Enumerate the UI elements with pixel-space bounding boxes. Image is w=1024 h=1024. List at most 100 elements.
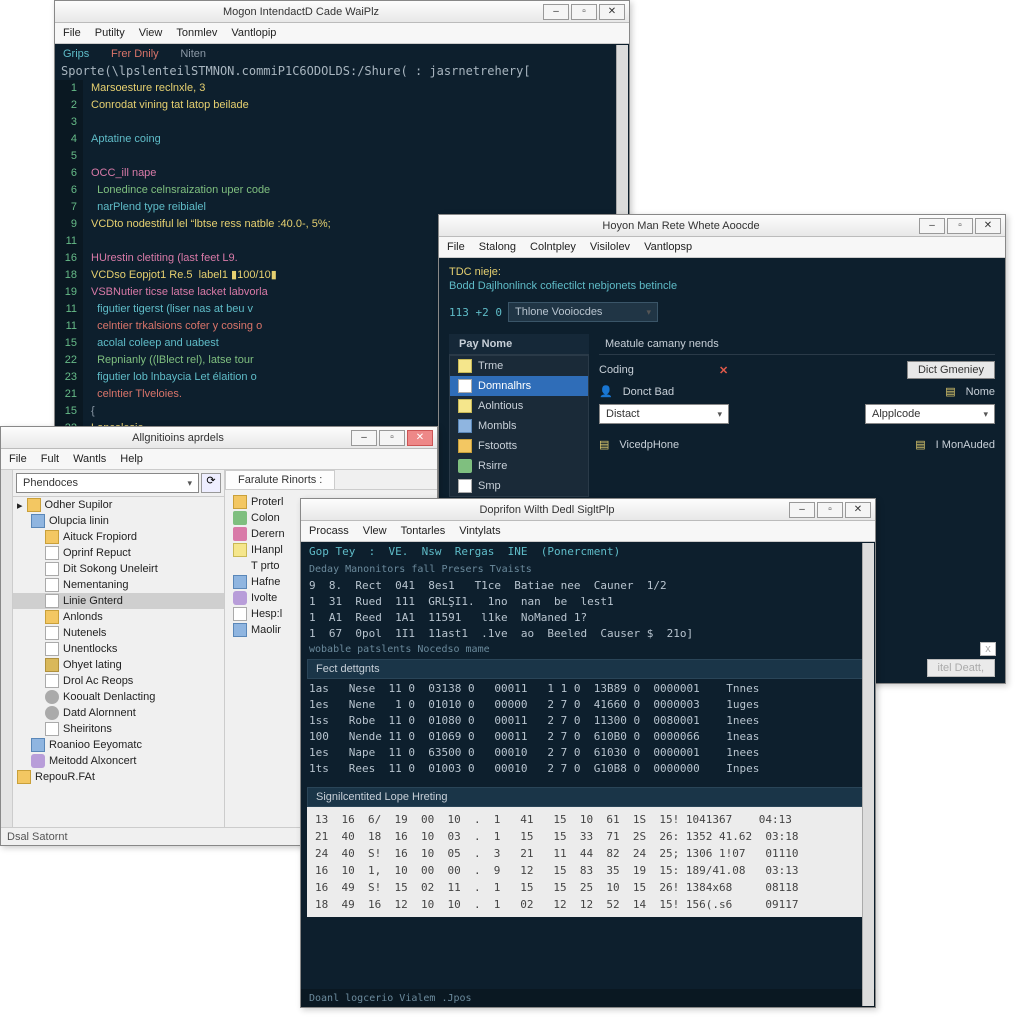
maximize-button[interactable]: ▫ xyxy=(379,430,405,446)
crumb[interactable]: Grips xyxy=(63,48,89,60)
code-line[interactable]: 6 Lonedince celnsraization uper code xyxy=(55,182,629,199)
hex-row: 1es Nape 11 0 63500 0 00010 2 7 0 61030 … xyxy=(309,745,867,761)
folder-icon xyxy=(27,498,41,512)
close-button[interactable]: ✕ xyxy=(845,502,871,518)
titlebar[interactable]: Allgnitioins aprdels – ▫ ✕ xyxy=(1,427,437,449)
tree-icon xyxy=(45,658,59,672)
error-icon: ✕ xyxy=(719,364,728,377)
window-title: Hoyon Man Rete Whete Aoocde xyxy=(443,220,919,232)
titlebar[interactable]: Mogon IntendactD Cade WaiPlz – ▫ ✕ xyxy=(55,1,629,23)
tree-item[interactable]: Datd Alornnent xyxy=(13,705,224,721)
tree-item[interactable]: Anlonds xyxy=(13,609,224,625)
tree-item[interactable]: Kooualt Denlacting xyxy=(13,689,224,705)
tree-item[interactable]: RepouR.FAt xyxy=(13,769,224,785)
menu-item[interactable]: Wantls xyxy=(73,453,106,465)
minimize-button[interactable]: – xyxy=(789,502,815,518)
menu-item[interactable]: Visilolev xyxy=(590,241,630,253)
maximize-button[interactable]: ▫ xyxy=(817,502,843,518)
tree-item[interactable]: Oprinf Repuct xyxy=(13,545,224,561)
tree-item[interactable]: Dit Sokong Uneleirt xyxy=(13,561,224,577)
close-button[interactable]: ✕ xyxy=(975,218,1001,234)
crumb[interactable]: Niten xyxy=(180,48,206,60)
note-icon: ▤ xyxy=(945,385,955,398)
close-button[interactable]: ✕ xyxy=(599,4,625,20)
scrollbar[interactable] xyxy=(862,543,874,1006)
maximize-button[interactable]: ▫ xyxy=(571,4,597,20)
menu-item[interactable]: View xyxy=(139,27,163,39)
menu-item[interactable]: Fult xyxy=(41,453,59,465)
crumb[interactable]: Frer Dnily xyxy=(111,48,159,60)
counter: 113 +2 0 xyxy=(449,306,502,319)
menu-item[interactable]: Tonmlev xyxy=(176,27,217,39)
item-icon xyxy=(233,543,247,557)
mode-dropdown[interactable]: Thlone Vooiocdes▾ xyxy=(508,302,658,322)
minimize-button[interactable]: – xyxy=(351,430,377,446)
category-item[interactable]: Domnalhrs xyxy=(450,376,588,396)
menu-item[interactable]: Procass xyxy=(309,525,349,537)
menu-item[interactable]: Vintylats xyxy=(459,525,500,537)
tab[interactable]: Faralute Rinorts : xyxy=(225,470,335,489)
prompt-line: Gop Tey : VE. Nsw Rergas INE (Ponercment… xyxy=(301,542,875,562)
menu-item[interactable]: Vantlopsp xyxy=(644,241,692,253)
tree-item[interactable]: Ohyet lating xyxy=(13,657,224,673)
code-line[interactable]: 2Conrodat vining tat latop beilade xyxy=(55,97,629,114)
tree-item[interactable]: Meitodd Alxoncert xyxy=(13,753,224,769)
menu-item[interactable]: Help xyxy=(120,453,143,465)
tree-item[interactable]: Olupcia linin xyxy=(13,513,224,529)
titlebar[interactable]: Doprifon Wilth Dedl SigltPlp – ▫ ✕ xyxy=(301,499,875,521)
tree-item[interactable]: Sheiritons xyxy=(13,721,224,737)
tdc-label: TDC nieje: xyxy=(449,266,501,278)
menu-item[interactable]: Colntpley xyxy=(530,241,576,253)
menu-item[interactable]: Vlew xyxy=(363,525,387,537)
code-line[interactable]: 5 xyxy=(55,148,629,165)
category-item[interactable]: Mombls xyxy=(450,416,588,436)
close-icon[interactable]: x xyxy=(980,642,996,656)
tree-item[interactable]: Aituck Fropiord xyxy=(13,529,224,545)
sidebar-rail[interactable] xyxy=(1,470,13,827)
code-line[interactable]: 3 xyxy=(55,114,629,131)
tree-root[interactable]: ▸ Odher Supilor xyxy=(13,497,224,513)
menu-item[interactable]: Putilty xyxy=(95,27,125,39)
note-icon: ▤ xyxy=(915,438,925,451)
alpcode-dropdown[interactable]: Alpplcode▾ xyxy=(865,404,995,424)
close-button[interactable]: ✕ xyxy=(407,430,433,446)
body-line: Bodd Dajlhonlinck cofiectilct nebjonets … xyxy=(449,280,677,292)
category-item[interactable]: Smp xyxy=(450,476,588,496)
minimize-button[interactable]: – xyxy=(543,4,569,20)
category-item[interactable]: Rsirre xyxy=(450,456,588,476)
titlebar[interactable]: Hoyon Man Rete Whete Aoocde – ▫ ✕ xyxy=(439,215,1005,237)
search-input[interactable]: Phendoces▾ xyxy=(16,473,199,493)
tree-item[interactable]: Linie Gnterd xyxy=(13,593,224,609)
menu-item[interactable]: Tontarles xyxy=(401,525,446,537)
code-line[interactable]: 4Aptatine coing xyxy=(55,131,629,148)
chevron-down-icon: ▾ xyxy=(646,307,651,318)
hex-row: 1ts Rees 11 0 01003 0 00010 2 7 0 G10B8 … xyxy=(309,761,867,777)
minimize-button[interactable]: – xyxy=(919,218,945,234)
refresh-icon[interactable]: ⟳ xyxy=(201,473,221,493)
tree-icon xyxy=(45,626,59,640)
maximize-button[interactable]: ▫ xyxy=(947,218,973,234)
tree-item[interactable]: Unentlocks xyxy=(13,641,224,657)
code-line[interactable]: 6OCC_ill nape xyxy=(55,165,629,182)
tree-item[interactable]: Nementaning xyxy=(13,577,224,593)
code-line[interactable]: 1Marsoesture reclnxle, 3 xyxy=(55,80,629,97)
field-label: I MonAuded xyxy=(936,439,995,451)
list-icon xyxy=(458,459,472,473)
tree-item[interactable]: Drol Ac Reops xyxy=(13,673,224,689)
distact-dropdown[interactable]: Distact▾ xyxy=(599,404,729,424)
data-table: 13 16 6/ 19 00 10 . 1 41 15 10 61 1S 15!… xyxy=(307,807,869,917)
menu-item[interactable]: File xyxy=(63,27,81,39)
category-item[interactable]: Trme xyxy=(450,356,588,376)
dict-button[interactable]: Dict Gmeniey xyxy=(907,361,995,379)
category-item[interactable]: Fstootts xyxy=(450,436,588,456)
category-item[interactable]: Aolntious xyxy=(450,396,588,416)
menu-item[interactable]: File xyxy=(447,241,465,253)
tree-item[interactable]: Nutenels xyxy=(13,625,224,641)
menu-item[interactable]: Vantlopip xyxy=(231,27,276,39)
section-header: Signilcentited Lope Hreting xyxy=(307,787,869,807)
menu-item[interactable]: Stalong xyxy=(479,241,516,253)
user-icon: 👤 xyxy=(599,385,613,398)
chevron-down-icon: ▾ xyxy=(717,409,722,420)
menu-item[interactable]: File xyxy=(9,453,27,465)
tree-item[interactable]: Roanioo Eeyomatc xyxy=(13,737,224,753)
